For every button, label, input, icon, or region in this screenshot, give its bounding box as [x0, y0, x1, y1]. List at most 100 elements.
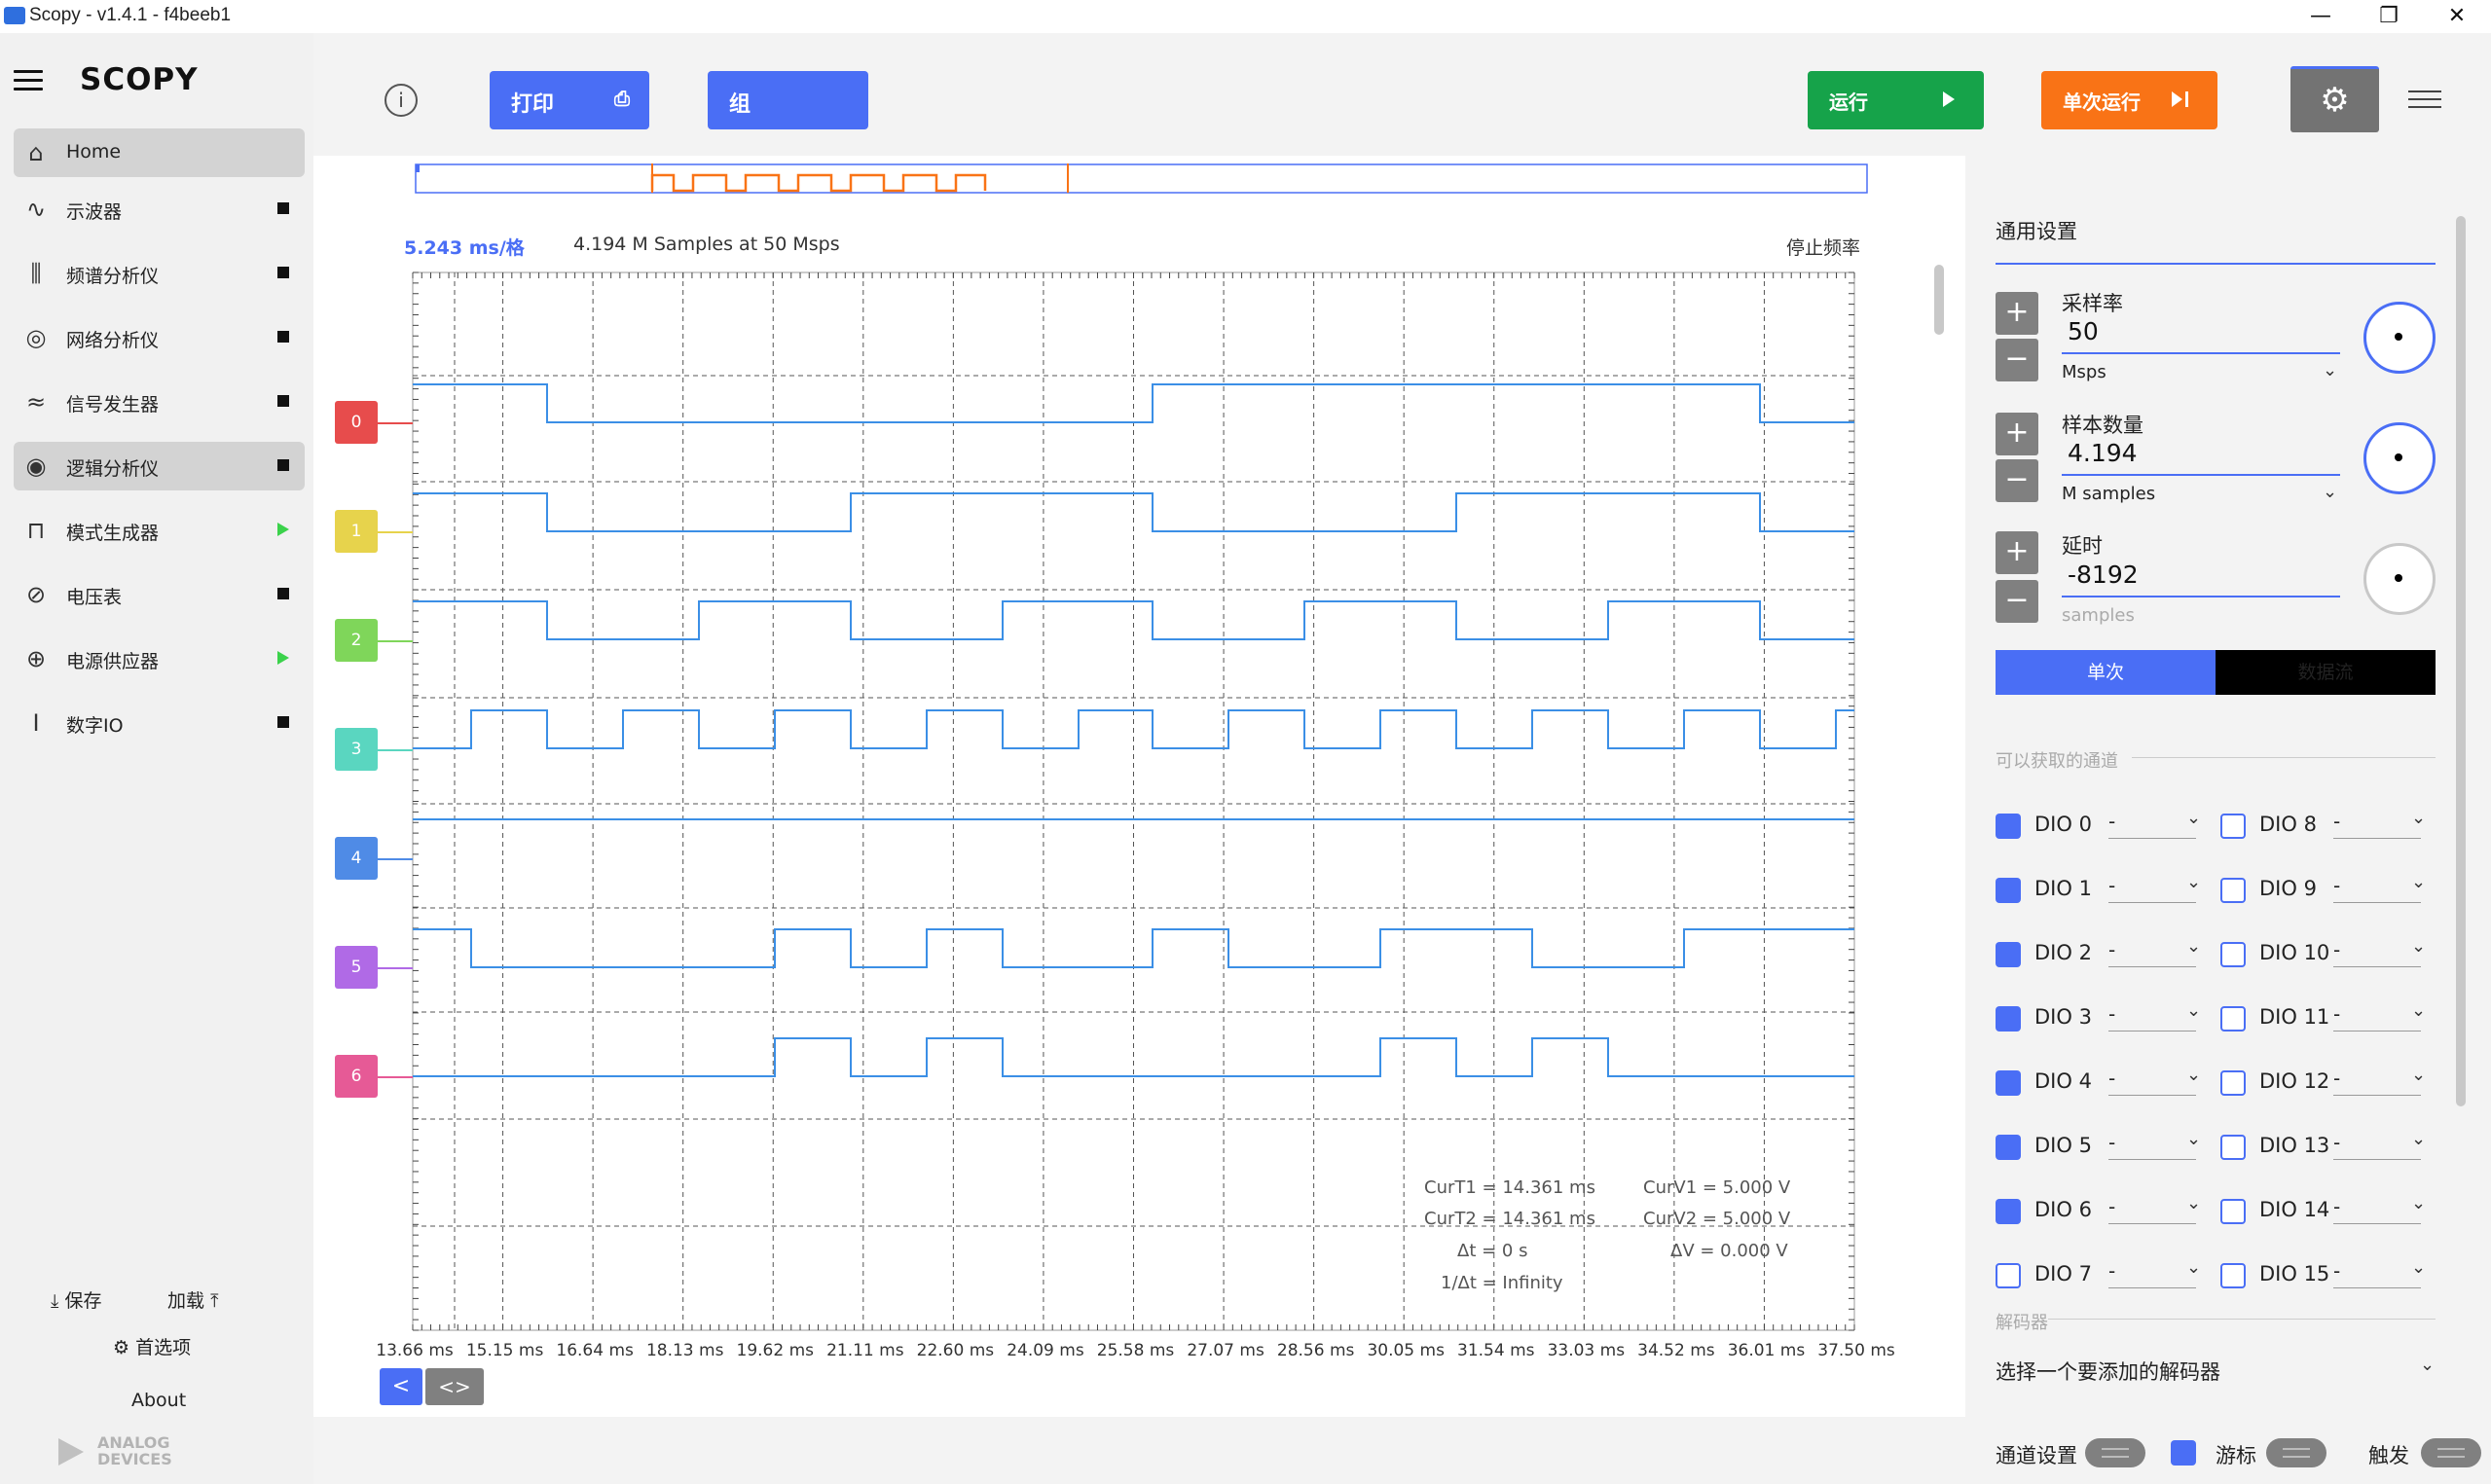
sliders-icon[interactable]	[2408, 88, 2441, 113]
chevron-down-icon[interactable]: ⌄	[2186, 1257, 2201, 1278]
dio-checkbox[interactable]	[1996, 1070, 2021, 1096]
chevron-down-icon[interactable]: ⌄	[2420, 1355, 2435, 1375]
sidebar-item-9[interactable]: I 数字IO	[14, 699, 305, 747]
single-mode-button[interactable]: 单次	[1996, 650, 2216, 695]
stop-status-icon[interactable]	[277, 588, 289, 599]
stop-status-icon[interactable]	[277, 267, 289, 278]
dio-checkbox[interactable]	[1996, 814, 2021, 839]
dio-checkbox[interactable]	[2220, 1263, 2246, 1288]
dio-checkbox[interactable]	[1996, 1263, 2021, 1288]
dio-trigger-select[interactable]: -	[2333, 810, 2421, 839]
sidebar-item-2[interactable]: ⫼ 频谱分析仪	[14, 249, 305, 298]
dio-checkbox[interactable]	[1996, 942, 2021, 967]
chevron-down-icon[interactable]: ⌄	[2411, 936, 2426, 957]
preferences-button[interactable]: ⚙ 首选项	[113, 1333, 191, 1359]
settings-gear-button[interactable]: ⚙	[2290, 66, 2379, 132]
sample-count-input[interactable]: 4.194	[2062, 439, 2340, 476]
dio-trigger-select[interactable]: -	[2333, 1131, 2421, 1160]
chevron-down-icon[interactable]: ⌄	[2186, 1000, 2201, 1021]
chevron-down-icon[interactable]: ⌄	[2411, 808, 2426, 828]
channel-label-2[interactable]: 2	[335, 619, 378, 662]
chevron-down-icon[interactable]: ⌄	[2186, 872, 2201, 892]
dio-checkbox[interactable]	[1996, 1135, 2021, 1160]
scroll-left-button[interactable]: <	[380, 1368, 422, 1405]
chevron-down-icon[interactable]: ⌄	[2411, 1257, 2426, 1278]
stop-status-icon[interactable]	[277, 459, 289, 471]
dio-checkbox[interactable]	[2220, 1135, 2246, 1160]
chevron-down-icon[interactable]: ⌄	[2186, 808, 2201, 828]
sample-rate-unit[interactable]: Msps	[2062, 362, 2106, 382]
play-status-icon[interactable]	[277, 523, 289, 536]
hamburger-menu-icon[interactable]	[14, 70, 43, 91]
channel-settings-toggle[interactable]	[2085, 1438, 2145, 1467]
chevron-down-icon[interactable]: ⌄	[2323, 482, 2337, 502]
chevron-down-icon[interactable]: ⌄	[2186, 936, 2201, 957]
sidebar-item-3[interactable]: ◎ 网络分析仪	[14, 313, 305, 362]
trigger-toggle[interactable]	[2421, 1438, 2481, 1467]
chevron-down-icon[interactable]: ⌄	[2411, 1065, 2426, 1085]
close-button[interactable]: ✕	[2423, 0, 2491, 33]
stop-status-icon[interactable]	[277, 331, 289, 343]
stop-status-icon[interactable]	[277, 716, 289, 728]
dio-checkbox[interactable]	[2220, 1070, 2246, 1096]
decoder-select[interactable]: 选择一个要添加的解码器	[1996, 1357, 2220, 1386]
dio-trigger-select[interactable]: -	[2108, 1067, 2196, 1096]
stream-mode-button[interactable]: 数据流	[2216, 650, 2436, 695]
sample-count-unit[interactable]: M samples	[2062, 484, 2155, 504]
dio-trigger-select[interactable]: -	[2108, 1195, 2196, 1224]
dio-trigger-select[interactable]: -	[2108, 810, 2196, 839]
print-button[interactable]: 打印 ⎙	[490, 71, 649, 129]
about-button[interactable]: About	[131, 1390, 186, 1411]
dio-trigger-select[interactable]: -	[2333, 1195, 2421, 1224]
dio-trigger-select[interactable]: -	[2333, 1067, 2421, 1096]
sample-rate-knob[interactable]	[2363, 302, 2436, 374]
channel-label-3[interactable]: 3	[335, 728, 378, 771]
sample-rate-increase-button[interactable]: +	[1996, 292, 2038, 335]
dio-trigger-select[interactable]: -	[2333, 938, 2421, 967]
panel-scrollbar[interactable]	[2456, 216, 2466, 1106]
dio-checkbox[interactable]	[1996, 1199, 2021, 1224]
sample-count-knob[interactable]	[2363, 422, 2436, 494]
chevron-down-icon[interactable]: ⌄	[2411, 1193, 2426, 1213]
chevron-down-icon[interactable]: ⌄	[2186, 1065, 2201, 1085]
chevron-down-icon[interactable]: ⌄	[2323, 360, 2337, 380]
sidebar-item-7[interactable]: ⊘ 电压表	[14, 570, 305, 619]
chevron-down-icon[interactable]: ⌄	[2186, 1193, 2201, 1213]
chevron-down-icon[interactable]: ⌄	[2411, 1129, 2426, 1149]
chevron-down-icon[interactable]: ⌄	[2186, 1129, 2201, 1149]
dio-checkbox[interactable]	[1996, 878, 2021, 903]
channel-label-0[interactable]: 0	[335, 401, 378, 444]
sample-count-decrease-button[interactable]: −	[1996, 459, 2038, 502]
dio-trigger-select[interactable]: -	[2108, 938, 2196, 967]
cursors-toggle[interactable]	[2266, 1438, 2326, 1467]
dio-checkbox[interactable]	[2220, 1199, 2246, 1224]
cursors-checkbox[interactable]	[2171, 1440, 2196, 1466]
dio-trigger-select[interactable]: -	[2108, 1131, 2196, 1160]
delay-increase-button[interactable]: +	[1996, 531, 2038, 574]
sidebar-item-1[interactable]: ∿ 示波器	[14, 185, 305, 234]
chevron-down-icon[interactable]: ⌄	[2411, 1000, 2426, 1021]
chevron-down-icon[interactable]: ⌄	[2411, 872, 2426, 892]
sidebar-item-0[interactable]: ⌂ Home	[14, 128, 305, 177]
single-run-button[interactable]: 单次运行	[2041, 71, 2217, 129]
stop-status-icon[interactable]	[277, 395, 289, 407]
sample-rate-input[interactable]: 50	[2062, 317, 2340, 354]
delay-decrease-button[interactable]: −	[1996, 580, 2038, 623]
dio-checkbox[interactable]	[1996, 1006, 2021, 1032]
dio-checkbox[interactable]	[2220, 878, 2246, 903]
sidebar-item-4[interactable]: ≈ 信号发生器	[14, 378, 305, 426]
group-button[interactable]: 组	[708, 71, 868, 129]
play-status-icon[interactable]	[277, 651, 289, 665]
channel-label-1[interactable]: 1	[335, 510, 378, 553]
dio-trigger-select[interactable]: -	[2108, 1259, 2196, 1288]
dio-trigger-select[interactable]: -	[2333, 1002, 2421, 1032]
dio-checkbox[interactable]	[2220, 942, 2246, 967]
dio-checkbox[interactable]	[2220, 1006, 2246, 1032]
dio-trigger-select[interactable]: -	[2333, 1259, 2421, 1288]
info-icon[interactable]: i	[385, 84, 418, 117]
channel-label-5[interactable]: 5	[335, 946, 378, 989]
save-button[interactable]: ⤓ 保存	[51, 1286, 101, 1313]
dio-trigger-select[interactable]: -	[2108, 874, 2196, 903]
load-button[interactable]: 加载 ⤒	[167, 1286, 218, 1313]
dio-trigger-select[interactable]: -	[2108, 1002, 2196, 1032]
